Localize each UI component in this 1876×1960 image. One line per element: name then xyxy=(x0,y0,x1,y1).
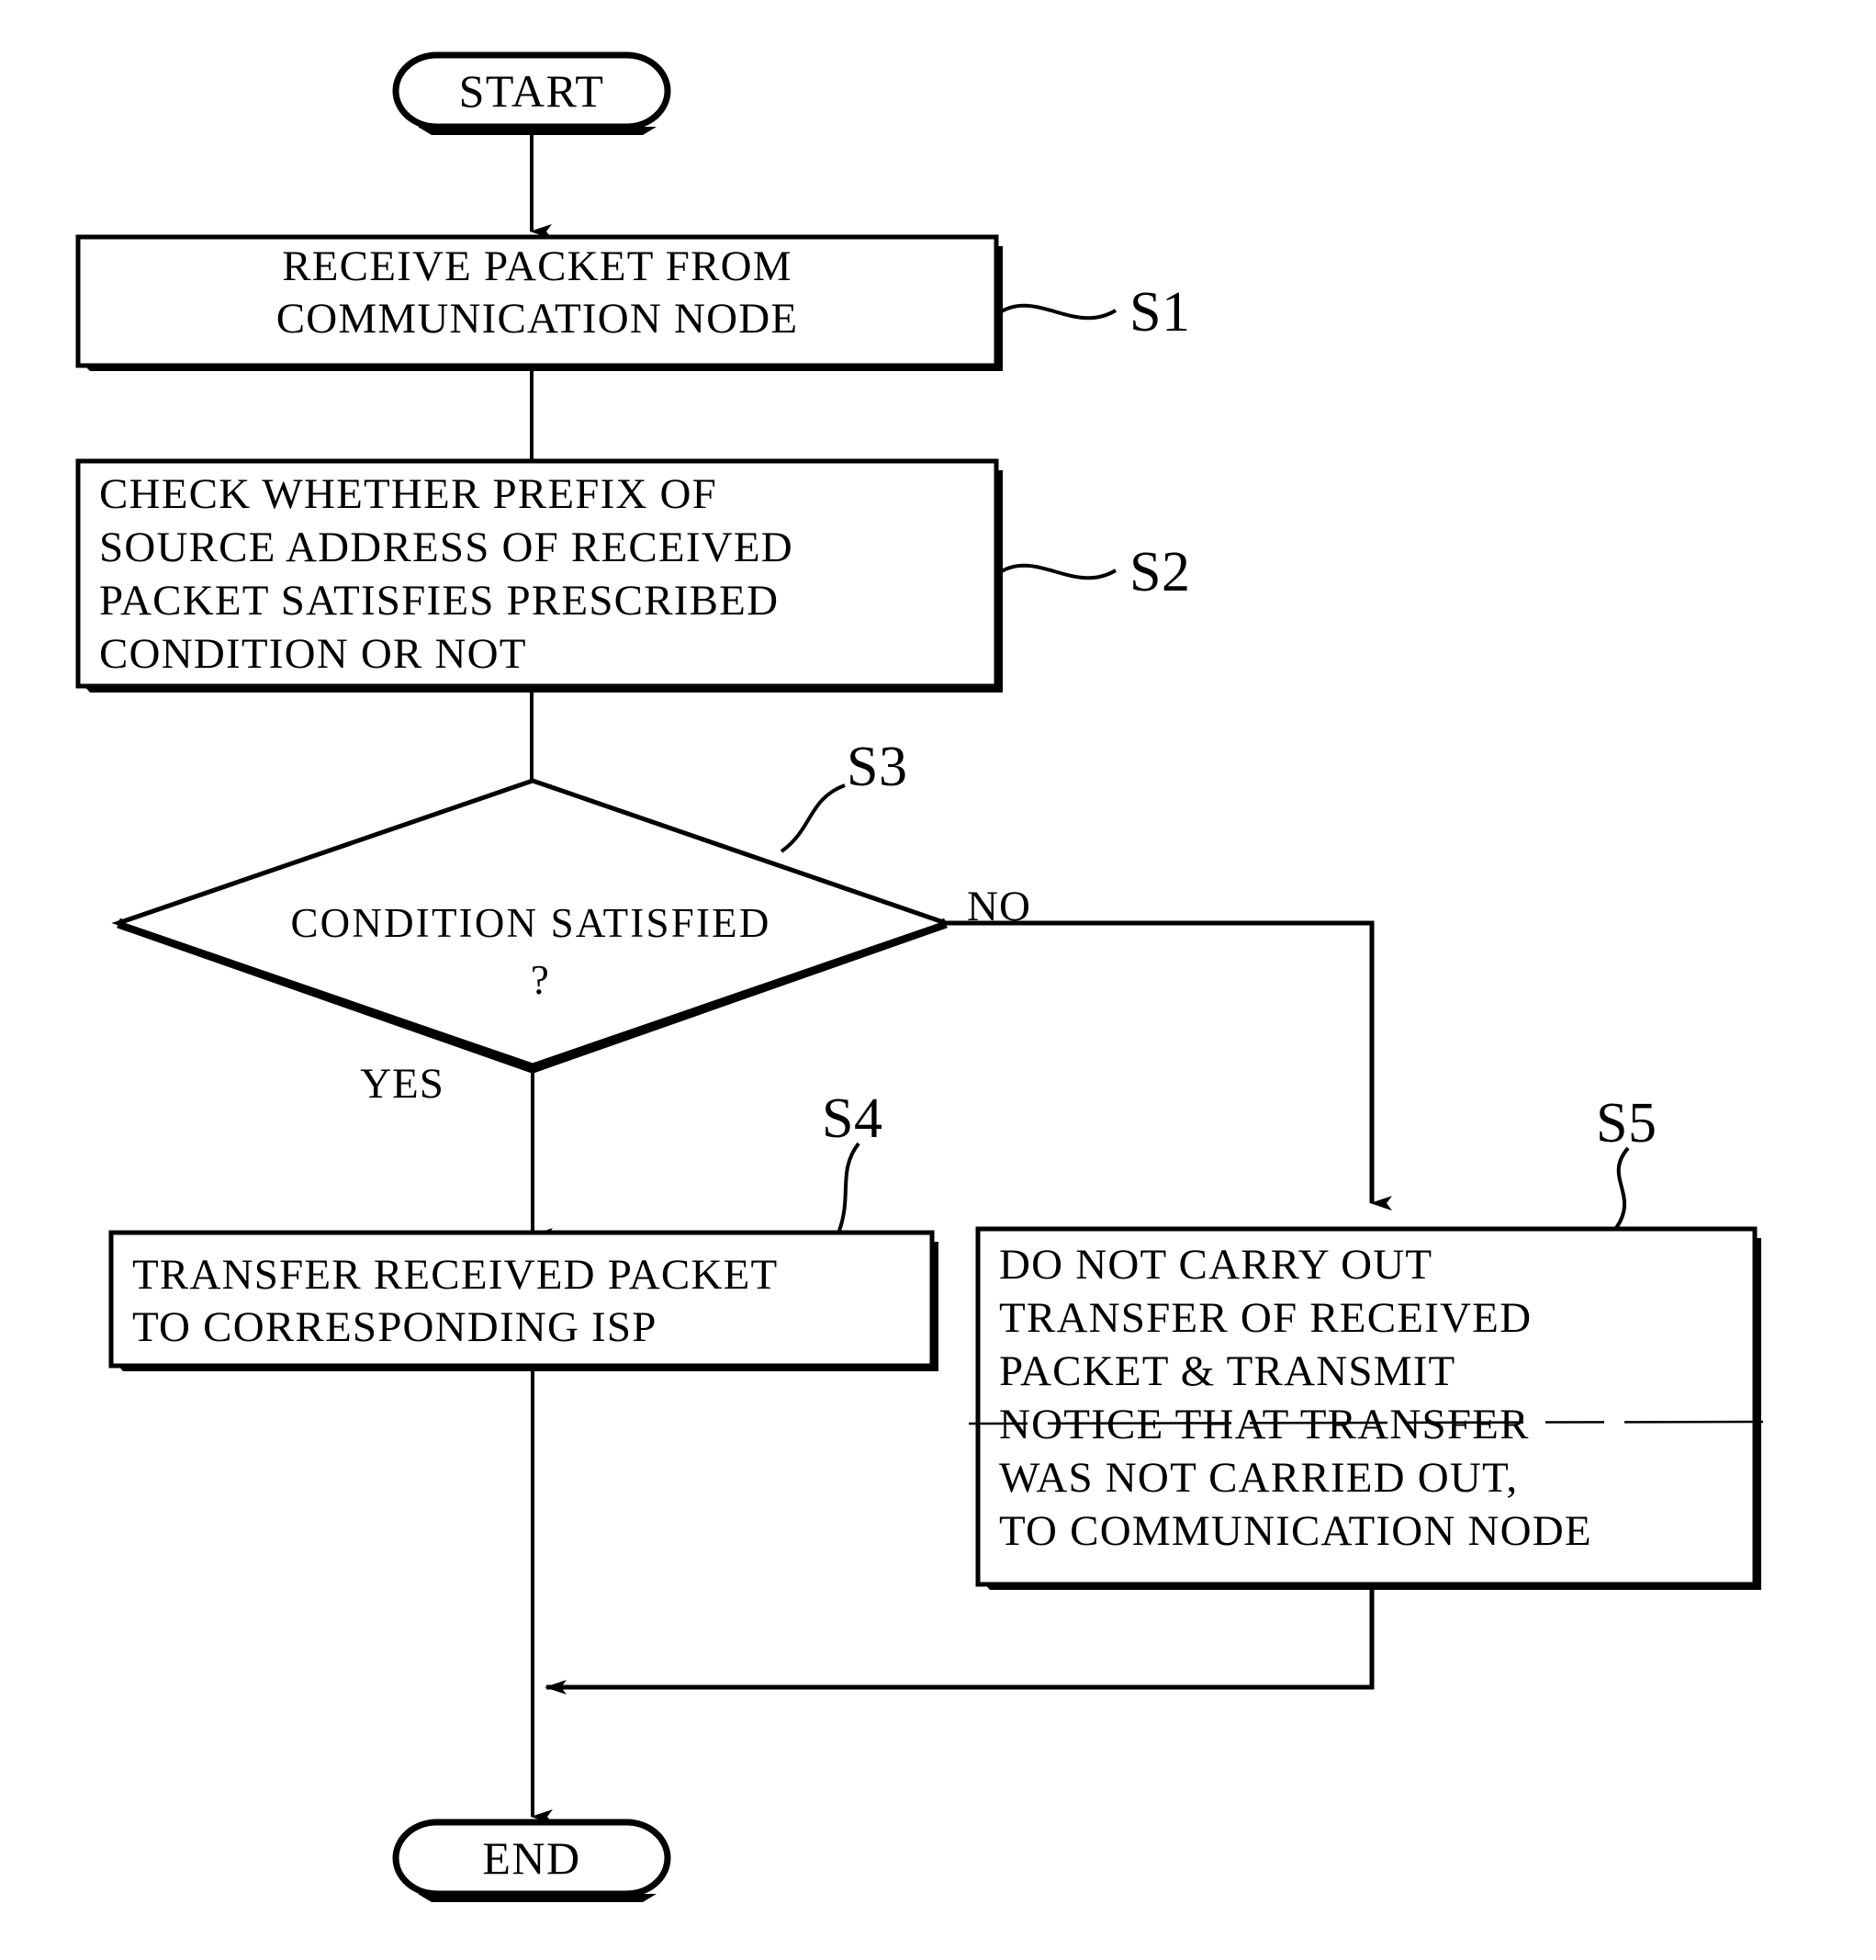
flowchart-figure: START RECEIVE PACKET FROM COMMUNICATION … xyxy=(0,0,1876,1960)
s2-step-label: S2 xyxy=(1129,541,1190,603)
s3-line-1: ? xyxy=(531,957,551,1003)
s1-line-0: RECEIVE PACKET FROM xyxy=(282,242,792,290)
s5-line-3: NOTICE THAT TRANSFER xyxy=(999,1401,1530,1448)
s2-line-2: PACKET SATISFIES PRESCRIBED xyxy=(99,577,779,625)
s5-line-2: PACKET & TRANSMIT xyxy=(999,1347,1455,1395)
s4-leader-line xyxy=(837,1142,860,1232)
s5-line-0: DO NOT CARRY OUT xyxy=(999,1241,1432,1289)
s3-leader-line xyxy=(780,783,846,853)
node-s3: CONDITION SATISFIED ? xyxy=(111,778,953,1074)
s4-line-0: TRANSFER RECEIVED PACKET xyxy=(132,1251,778,1299)
end-terminal-shadow xyxy=(418,1894,657,1902)
s5-line-4: WAS NOT CARRIED OUT, xyxy=(999,1454,1518,1502)
s5-line-5: TO COMMUNICATION NODE xyxy=(999,1507,1592,1555)
connector-no-to-s5 xyxy=(946,920,1392,1211)
s4-step-label: S4 xyxy=(822,1087,882,1150)
node-start: START xyxy=(392,51,671,135)
end-terminal-label: END xyxy=(482,1832,580,1884)
s3-line-0: CONDITION SATISFIED xyxy=(290,900,770,946)
branch-label-yes: YES xyxy=(360,1060,444,1108)
s5-step-label: S5 xyxy=(1596,1092,1657,1155)
flowchart-canvas: START RECEIVE PACKET FROM COMMUNICATION … xyxy=(75,51,1764,1902)
node-s5: DO NOT CARRY OUT TRANSFER OF RECEIVED PA… xyxy=(975,1226,1761,1590)
start-terminal-shadow xyxy=(418,127,657,135)
node-s4: TRANSFER RECEIVED PACKET TO CORRESPONDIN… xyxy=(108,1230,938,1371)
s1-line-1: COMMUNICATION NODE xyxy=(276,295,799,343)
s5-leader-line xyxy=(1614,1146,1630,1230)
s3-step-label: S3 xyxy=(847,736,907,798)
connector-s5-to-merge xyxy=(545,1590,1375,1695)
s1-step-label: S1 xyxy=(1129,281,1190,344)
s2-line-1: SOURCE ADDRESS OF RECEIVED xyxy=(99,524,793,571)
s2-leader-line xyxy=(998,563,1118,580)
s2-line-0: CHECK WHETHER PREFIX OF xyxy=(99,470,717,518)
node-s2: CHECK WHETHER PREFIX OF SOURCE ADDRESS O… xyxy=(75,458,1003,693)
start-terminal-label: START xyxy=(459,65,605,117)
node-s1: RECEIVE PACKET FROM COMMUNICATION NODE xyxy=(75,234,1003,371)
s2-line-3: CONDITION OR NOT xyxy=(99,630,527,678)
s5-line-1: TRANSFER OF RECEIVED xyxy=(999,1294,1532,1342)
s4-line-1: TO CORRESPONDING ISP xyxy=(132,1303,657,1351)
node-end: END xyxy=(392,1819,671,1902)
s1-leader-line xyxy=(998,303,1118,321)
